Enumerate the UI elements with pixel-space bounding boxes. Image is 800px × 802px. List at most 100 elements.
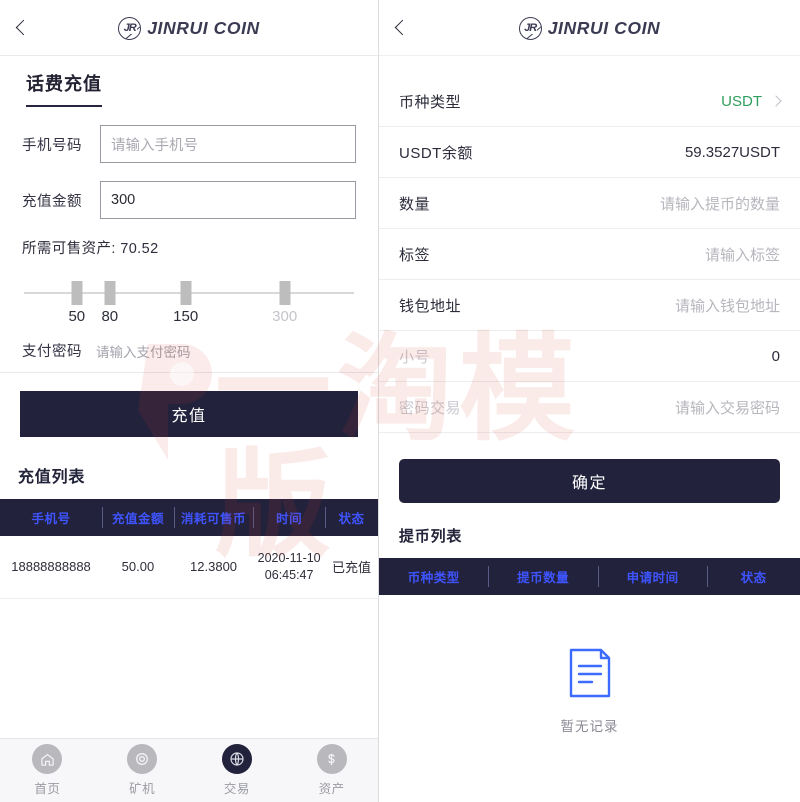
col-coin-type: 币种类型 <box>407 571 460 585</box>
cell-phone: 18888888888 <box>0 536 103 599</box>
dollar-icon <box>316 744 347 774</box>
label-quantity: 数量 <box>399 195 431 213</box>
required-assets-note: 所需可售资产: 70.52 <box>22 241 159 257</box>
recharge-list-title: 充值列表 <box>18 469 86 486</box>
bottom-tabbar: 首页 矿机 交易 资产 <box>0 738 378 802</box>
col-withdraw-amount: 提币数量 <box>488 558 597 595</box>
tab-assets[interactable]: 资产 <box>284 744 378 797</box>
left-appbar: JR JINRUI COIN <box>0 0 378 56</box>
right-top-gap <box>379 56 800 76</box>
quantity-input[interactable]: 请输入提币的数量 <box>660 193 780 214</box>
slider-label-150[interactable]: 150 <box>173 308 198 325</box>
col-status: 状态 <box>325 499 378 536</box>
tab-trade-label: 交易 <box>223 782 250 796</box>
cell-date: 2020-11-10 <box>257 551 321 565</box>
app-screen: JR JINRUI COIN 话费充值 手机号码 请输入手机号 充值金额 300… <box>0 0 800 802</box>
logo-wordmark: JINRUI COIN <box>547 17 661 38</box>
cell-amount: 50.00 <box>102 536 174 599</box>
trade-password-input[interactable]: 请输入交易密码 <box>675 397 780 418</box>
logo-initials: JR <box>523 21 537 34</box>
field-phone-number: 手机号码 请输入手机号 <box>0 107 378 163</box>
col-amount: 充值金额 <box>102 499 174 536</box>
row-wallet-address[interactable]: 钱包地址 请输入钱包地址 <box>379 280 800 331</box>
recharge-table-header-row: 手机号 充值金额 消耗可售币 时间 状态 <box>0 499 378 536</box>
amount-slider[interactable] <box>24 280 354 306</box>
recharge-submit-button[interactable]: 充值 <box>20 391 358 437</box>
tag-input[interactable]: 请输入标签 <box>705 244 780 265</box>
tab-bar-left: 话费充值 <box>0 56 378 107</box>
field-pay-password[interactable]: 支付密码 请输入支付密码 <box>0 330 378 373</box>
logo-initials: JR <box>122 21 137 34</box>
jr-monogram-icon: JR <box>518 16 542 40</box>
label-coin-type: 币种类型 <box>399 93 462 111</box>
cell-time: 2020-11-10 06:45:47 <box>253 536 326 599</box>
field-label-phone: 手机号码 <box>22 137 82 154</box>
right-appbar: JR JINRUI COIN <box>379 0 800 56</box>
brand-logo-right: JR JINRUI COIN <box>379 0 800 56</box>
cell-clock: 06:45:47 <box>264 567 314 582</box>
withdraw-table-header-row: 币种类型 提币数量 申请时间 状态 <box>379 558 800 595</box>
withdraw-confirm-button[interactable]: 确定 <box>399 459 780 503</box>
back-button-right[interactable] <box>379 0 425 56</box>
tab-assets-label: 资产 <box>318 782 345 796</box>
slider-label-300[interactable]: 300 <box>272 308 297 325</box>
field-label-amount: 充值金额 <box>22 193 82 210</box>
label-tag: 标签 <box>399 246 431 264</box>
pay-password-input[interactable]: 请输入支付密码 <box>96 341 191 361</box>
withdraw-table: 币种类型 提币数量 申请时间 状态 <box>379 558 800 595</box>
right-panel-withdraw: JR JINRUI COIN 币种类型 USDT USDT余额 59.3527U… <box>379 0 800 802</box>
row-coin-type[interactable]: 币种类型 USDT <box>379 76 800 127</box>
col-consumed: 消耗可售币 <box>173 499 253 536</box>
value-coin-type: USDT <box>721 92 762 110</box>
confirm-button-area: 确定 <box>379 433 800 503</box>
slider-tick-150[interactable] <box>180 281 192 305</box>
wallet-address-input[interactable]: 请输入钱包地址 <box>675 295 780 316</box>
field-label-pay-password: 支付密码 <box>22 344 82 360</box>
phone-input-placeholder: 请输入手机号 <box>111 137 198 154</box>
table-row[interactable]: 18888888888 50.00 12.3800 2020-11-10 06:… <box>0 536 378 599</box>
row-tag[interactable]: 标签 请输入标签 <box>379 229 800 280</box>
row-sub-account[interactable]: 小号 0 <box>379 331 800 382</box>
recharge-button-area: 充值 <box>0 373 378 437</box>
tab-trade[interactable]: 交易 <box>190 744 285 797</box>
row-quantity[interactable]: 数量 请输入提币的数量 <box>379 178 800 229</box>
slider-label-50[interactable]: 50 <box>68 308 85 325</box>
label-usdt-balance: USDT余额 <box>399 144 473 162</box>
value-coin-type-wrap: USDT <box>721 92 782 110</box>
back-button-left[interactable] <box>0 0 46 56</box>
amount-input[interactable]: 300 <box>100 181 356 219</box>
label-trade-password: 密码交易 <box>399 399 462 417</box>
left-panel-recharge: JR JINRUI COIN 话费充值 手机号码 请输入手机号 充值金额 300… <box>0 0 379 802</box>
globe-icon <box>221 744 252 774</box>
slider-tick-300[interactable] <box>279 281 291 305</box>
col-apply-time: 申请时间 <box>597 558 707 595</box>
logo-wordmark: JINRUI COIN <box>147 17 260 38</box>
slider-tick-50[interactable] <box>71 281 83 305</box>
recharge-table: 手机号 充值金额 消耗可售币 时间 状态 18888888888 50.00 1… <box>0 499 378 599</box>
document-icon <box>569 648 610 698</box>
value-usdt-balance: 59.3527USDT <box>684 143 780 161</box>
field-recharge-amount: 充值金额 300 <box>0 163 378 219</box>
slider-tick-80[interactable] <box>104 281 116 305</box>
home-icon <box>32 744 63 774</box>
col-time: 时间 <box>253 499 325 536</box>
withdraw-list-title: 提币列表 <box>399 528 463 545</box>
phone-input[interactable]: 请输入手机号 <box>100 125 356 163</box>
empty-state-label: 暂无记录 <box>560 719 619 734</box>
chevron-right-icon <box>770 95 782 107</box>
sub-account-value: 0 <box>771 347 780 365</box>
tab-phone-recharge[interactable]: 话费充值 <box>26 70 102 107</box>
chevron-left-icon <box>15 19 31 36</box>
slider-label-80[interactable]: 80 <box>101 308 118 325</box>
row-trade-password[interactable]: 密码交易 请输入交易密码 <box>379 382 800 433</box>
col-phone: 手机号 <box>31 512 71 526</box>
amount-input-value: 300 <box>111 192 136 208</box>
label-sub-account: 小号 <box>399 348 431 366</box>
withdraw-empty-state: 暂无记录 <box>379 595 800 735</box>
tab-home[interactable]: 首页 <box>0 744 95 797</box>
slider-label-row: 50 80 150 300 <box>24 308 354 330</box>
miner-icon <box>127 744 158 774</box>
tab-miner[interactable]: 矿机 <box>95 744 190 797</box>
row-usdt-balance: USDT余额 59.3527USDT <box>379 127 800 178</box>
tab-home-label: 首页 <box>34 782 61 796</box>
